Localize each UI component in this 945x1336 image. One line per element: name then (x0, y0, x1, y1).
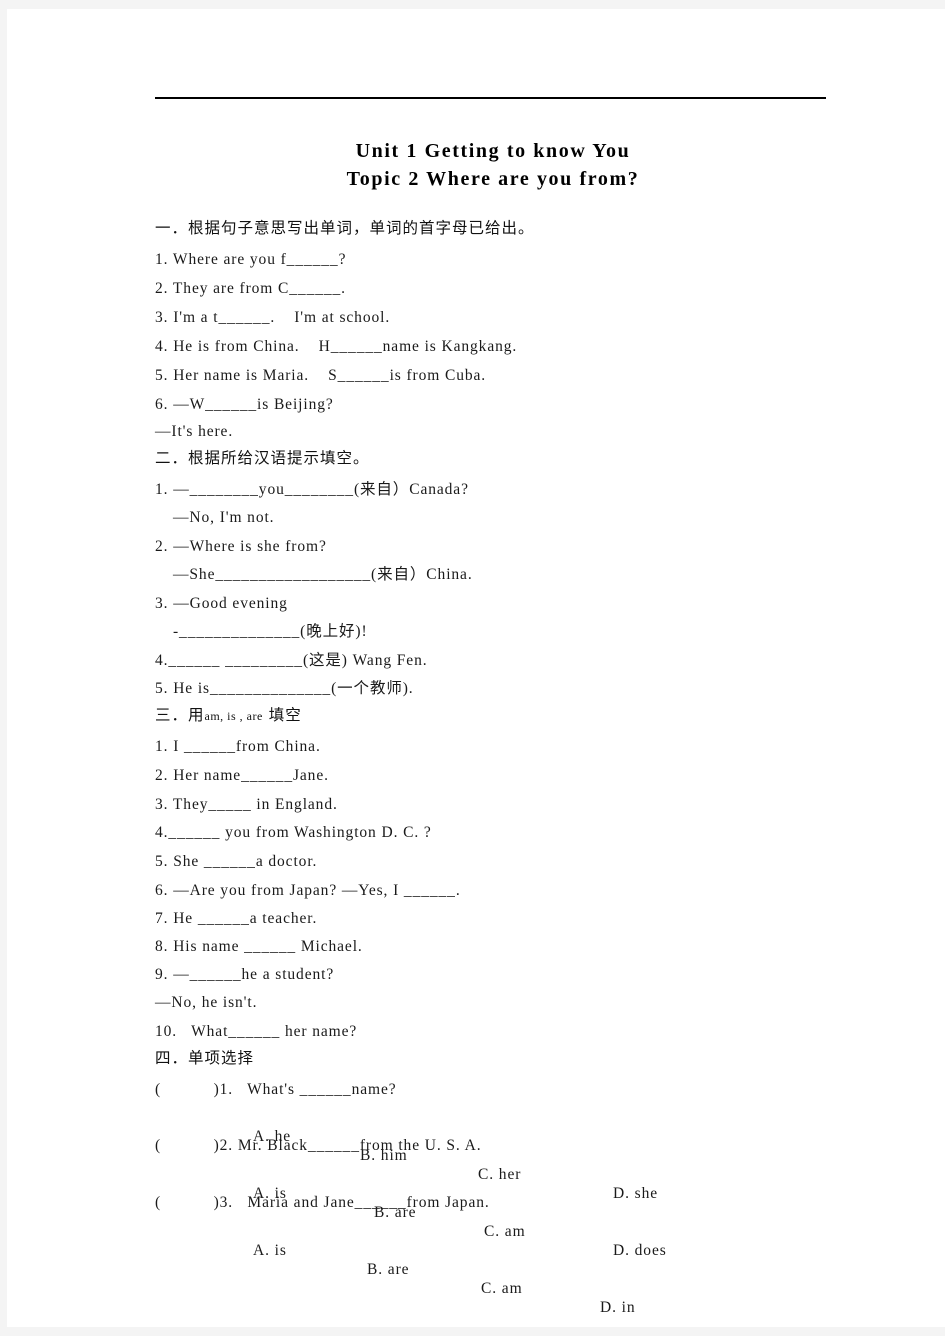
section-3-item-3: 3. They_____ in England. (155, 796, 338, 813)
section-2-heading: 二．根据所给汉语提示填空。 (155, 449, 370, 467)
section-3-heading-verbs: am, is , are (204, 709, 263, 723)
section-1-item-1: 1. Where are you f______? (155, 251, 347, 268)
section-4-question-1-stem: ( )1. What's ______name? (155, 1081, 397, 1098)
section-1-item-6: 6. —W______is Beijing? (155, 396, 334, 413)
section-3-heading-suffix: 填空 (262, 706, 302, 724)
option-c[interactable]: C. am (481, 1279, 523, 1298)
section-1-item-6-answer: —It's here. (155, 423, 234, 440)
section-4-question-3-options: A. is B. are C. am D. in (148, 1222, 838, 1327)
section-4-heading: 四．单项选择 (155, 1049, 255, 1067)
section-2-item-2: 2. —Where is she from? (155, 538, 327, 555)
section-1-item-4: 4. He is from China. H______name is Kang… (155, 338, 518, 355)
section-3-item-4: 4.______ you from Washington D. C. ? (155, 824, 432, 841)
section-4-question-2-stem: ( )2. Mr. Black______from the U. S. A. (155, 1137, 482, 1154)
header-rule (155, 97, 826, 99)
option-d[interactable]: D. in (600, 1298, 636, 1317)
section-3-item-10: 10. What______ her name? (155, 1023, 358, 1040)
section-3-item-9-answer: —No, he isn't. (155, 994, 258, 1011)
section-2-item-2-answer: —She__________________(来自）China. (173, 566, 473, 583)
document-text-body: Unit 1 Getting to know You Topic 2 Where… (148, 9, 838, 1327)
page-title-line-1: Unit 1 Getting to know You (355, 140, 631, 162)
section-2-item-3: 3. —Good evening (155, 595, 288, 612)
section-2-item-5: 5. He is______________(一个教师). (155, 680, 414, 697)
section-3-heading-prefix: 三．用 (155, 706, 205, 724)
section-1-item-5: 5. Her name is Maria. S______is from Cub… (155, 367, 487, 384)
section-3-item-8: 8. His name ______ Michael. (155, 938, 363, 955)
section-1-heading: 一．根据句子意思写出单词，单词的首字母已给出。 (155, 219, 535, 237)
section-1-item-2: 2. They are from C______. (155, 280, 346, 297)
section-3-item-6: 6. —Are you from Japan? —Yes, I ______. (155, 882, 461, 899)
section-3-item-7: 7. He ______a teacher. (155, 910, 318, 927)
section-3-item-2: 2. Her name______Jane. (155, 767, 329, 784)
option-a[interactable]: A. is (253, 1241, 287, 1260)
section-2-item-4: 4.______ _________(这是) Wang Fen. (155, 652, 428, 669)
section-2-item-1-answer: —No, I'm not. (173, 509, 275, 526)
section-3-heading: 三．用am, is , are 填空 (155, 706, 302, 726)
section-3-item-1: 1. I ______from China. (155, 738, 321, 755)
document-page: Unit 1 Getting to know You Topic 2 Where… (7, 9, 945, 1327)
page-title-line-2: Topic 2 Where are you from? (346, 168, 640, 190)
section-2-item-1: 1. —________you________(来自）Canada? (155, 481, 469, 498)
section-2-item-3-answer: -______________(晚上好)! (173, 623, 368, 640)
section-4-question-3-stem: ( )3. Maria and Jane______from Japan. (155, 1194, 490, 1211)
section-3-item-5: 5. She ______a doctor. (155, 853, 318, 870)
section-3-item-9: 9. —______he a student? (155, 966, 335, 983)
option-b[interactable]: B. are (367, 1260, 409, 1279)
section-1-item-3: 3. I'm a t______. I'm at school. (155, 309, 391, 326)
